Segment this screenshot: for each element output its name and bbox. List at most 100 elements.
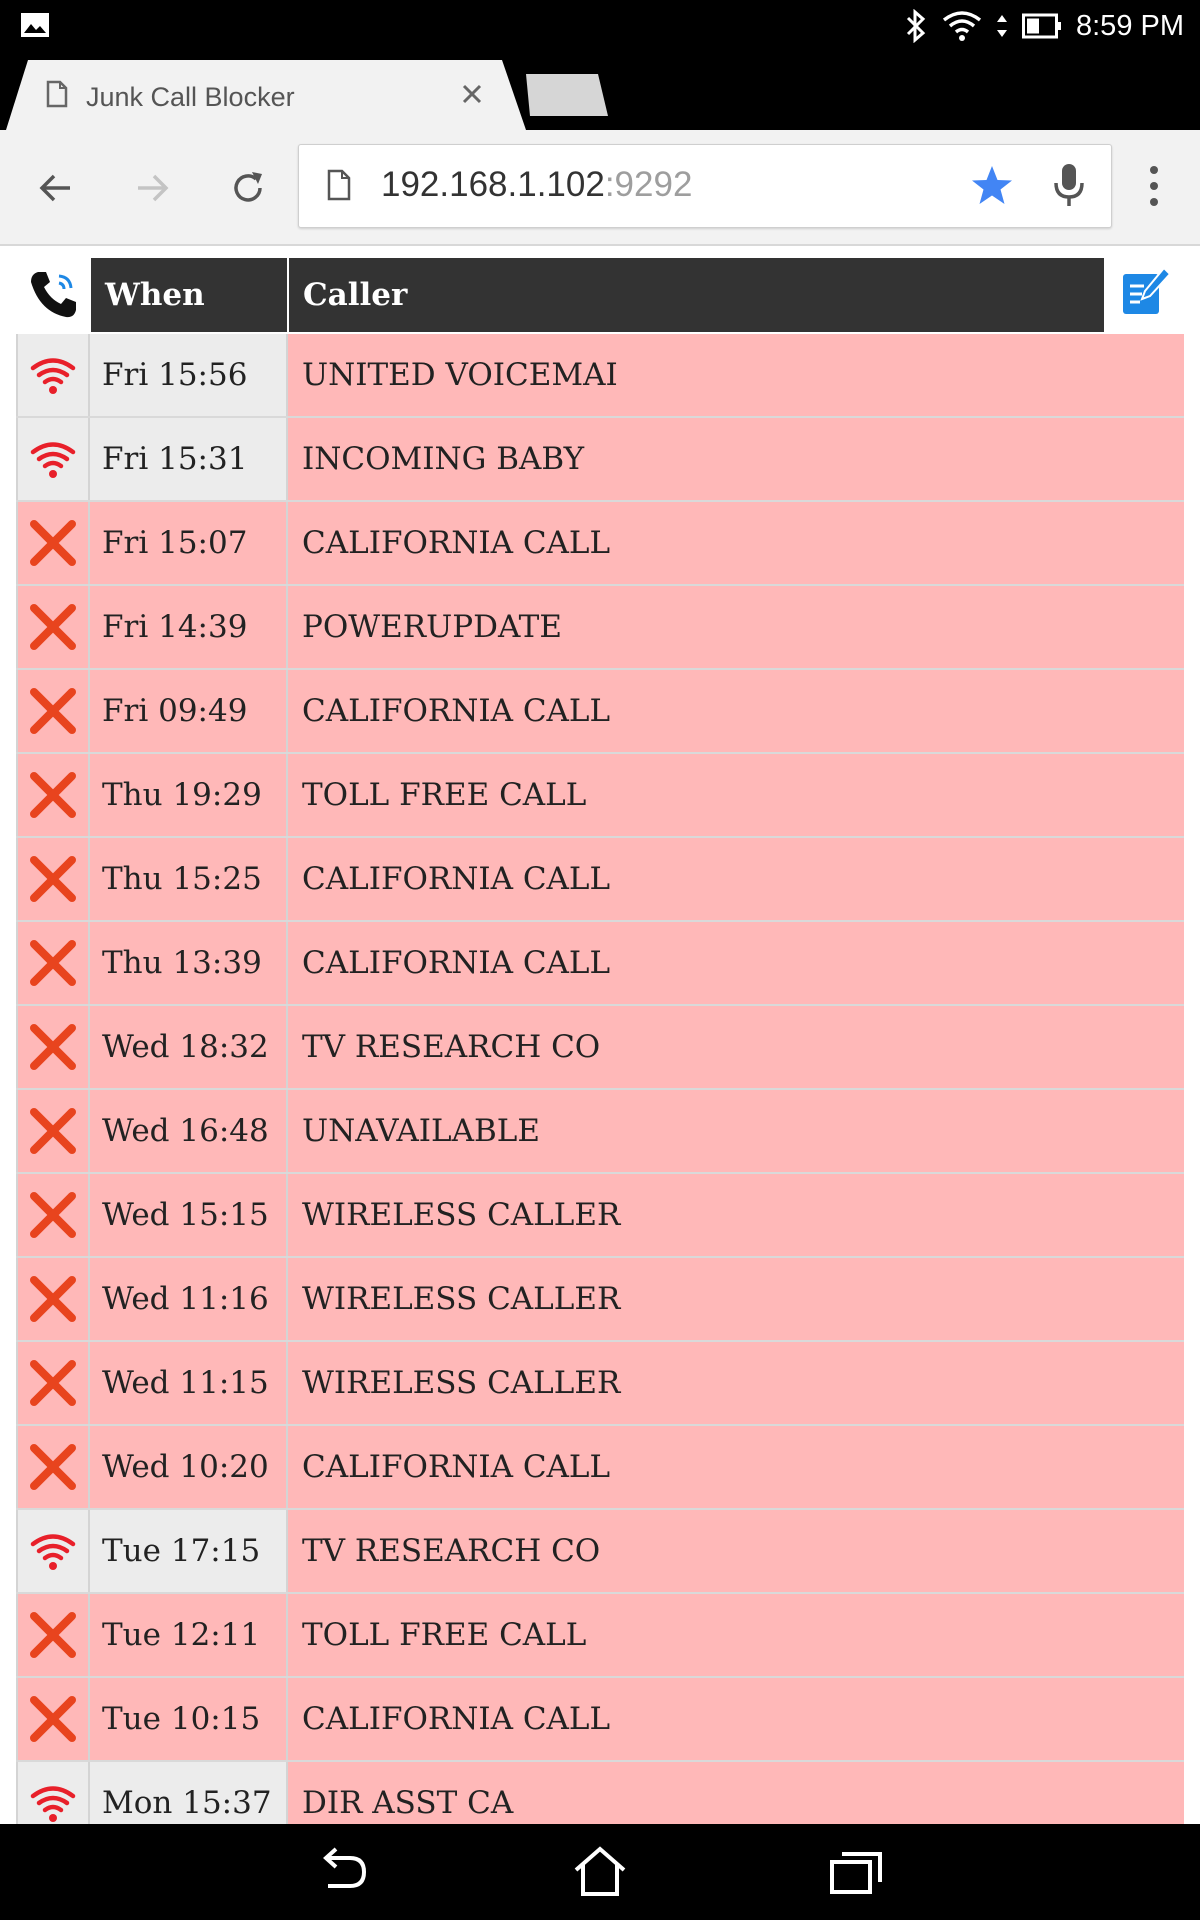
table-row[interactable]: Wed 16:48 UNAVAILABLE [16, 1090, 1184, 1174]
row-caller: CALIFORNIA CALL [288, 838, 1184, 920]
row-caller: CALIFORNIA CALL [288, 1678, 1184, 1760]
allowed-wifi-icon [30, 358, 76, 394]
row-when: Wed 18:32 [90, 1006, 288, 1088]
bluetooth-icon [906, 9, 926, 43]
url-text: 192.168.1.102:9292 [381, 165, 692, 205]
blocked-x-icon [30, 772, 76, 818]
row-when: Wed 16:48 [90, 1090, 288, 1172]
row-status-cell [16, 502, 90, 584]
reload-icon [234, 172, 262, 202]
row-caller: CALIFORNIA CALL [288, 502, 1184, 584]
row-status-cell [16, 334, 90, 416]
table-row[interactable]: Thu 15:25 CALIFORNIA CALL [16, 838, 1184, 922]
row-caller: POWERUPDATE [288, 586, 1184, 668]
back-nav-icon[interactable] [314, 1844, 374, 1900]
row-when: Tue 17:15 [90, 1510, 288, 1592]
blocked-x-icon [30, 856, 76, 902]
row-caller: CALIFORNIA CALL [288, 922, 1184, 1004]
tab-strip: Junk Call Blocker [0, 52, 1200, 130]
blocked-x-icon [30, 604, 76, 650]
blocked-x-icon [30, 1024, 76, 1070]
table-row[interactable]: Fri 15:56 UNITED VOICEMAI [16, 334, 1184, 418]
back-button[interactable] [28, 160, 84, 216]
table-row[interactable]: Tue 17:15 TV RESEARCH CO [16, 1510, 1184, 1594]
row-when: Wed 10:20 [90, 1426, 288, 1508]
row-when: Mon 15:37 [90, 1762, 288, 1824]
row-status-cell [16, 1342, 90, 1424]
row-caller: TV RESEARCH CO [288, 1510, 1184, 1592]
row-caller: INCOMING BABY [288, 418, 1184, 500]
row-status-cell [16, 1006, 90, 1088]
system-navigation-bar [0, 1824, 1200, 1920]
recent-apps-nav-icon[interactable] [826, 1844, 886, 1900]
row-when: Fri 14:39 [90, 586, 288, 668]
reload-button[interactable] [220, 160, 276, 216]
table-row[interactable]: Fri 14:39 POWERUPDATE [16, 586, 1184, 670]
row-status-cell [16, 1762, 90, 1824]
table-row[interactable]: Tue 10:15 CALIFORNIA CALL [16, 1678, 1184, 1762]
status-time: 8:59 PM [1076, 9, 1184, 42]
table-row[interactable]: Wed 10:20 CALIFORNIA CALL [16, 1426, 1184, 1510]
blocked-x-icon [30, 1276, 76, 1322]
table-row[interactable]: Tue 12:11 TOLL FREE CALL [16, 1594, 1184, 1678]
row-when: Thu 13:39 [90, 922, 288, 1004]
row-caller: TOLL FREE CALL [288, 754, 1184, 836]
table-row[interactable]: Mon 15:37 DIR ASST CA [16, 1762, 1184, 1824]
blocked-x-icon [30, 1696, 76, 1742]
column-header-caller[interactable]: Caller [289, 258, 1104, 332]
phone-call-icon [31, 272, 76, 318]
blocked-x-icon [30, 1444, 76, 1490]
row-when: Fri 15:07 [90, 502, 288, 584]
row-caller: WIRELESS CALLER [288, 1342, 1184, 1424]
table-row[interactable]: Thu 13:39 CALIFORNIA CALL [16, 922, 1184, 1006]
edit-icon[interactable] [1120, 266, 1172, 318]
allowed-wifi-icon [30, 442, 76, 478]
column-header-when[interactable]: When [91, 258, 287, 332]
row-status-cell [16, 670, 90, 752]
table-row[interactable]: Fri 15:31 INCOMING BABY [16, 418, 1184, 502]
blocked-x-icon [30, 1108, 76, 1154]
row-caller: UNAVAILABLE [288, 1090, 1184, 1172]
wifi-icon [942, 11, 982, 41]
microphone-icon[interactable] [1051, 161, 1087, 209]
row-caller: DIR ASST CA [288, 1762, 1184, 1824]
home-nav-icon[interactable] [570, 1844, 630, 1900]
row-when: Fri 15:56 [90, 334, 288, 416]
close-tab-icon[interactable] [452, 74, 492, 114]
image-notification-icon [21, 13, 49, 37]
table-row[interactable]: Fri 15:07 CALIFORNIA CALL [16, 502, 1184, 586]
blocked-x-icon [30, 520, 76, 566]
forward-arrow-icon [138, 174, 169, 202]
url-port: :9292 [604, 165, 693, 204]
blocked-x-icon [30, 940, 76, 986]
row-when: Wed 11:16 [90, 1258, 288, 1340]
row-status-cell [16, 1258, 90, 1340]
row-caller: WIRELESS CALLER [288, 1258, 1184, 1340]
row-status-cell [16, 586, 90, 668]
active-tab[interactable]: Junk Call Blocker [6, 60, 526, 130]
overflow-menu-icon[interactable] [1134, 156, 1174, 216]
table-row[interactable]: Wed 11:16 WIRELESS CALLER [16, 1258, 1184, 1342]
table-row[interactable]: Wed 11:15 WIRELESS CALLER [16, 1342, 1184, 1426]
browser-toolbar: 192.168.1.102:9292 [0, 130, 1200, 246]
row-caller: TV RESEARCH CO [288, 1006, 1184, 1088]
row-status-cell [16, 1510, 90, 1592]
new-tab-button[interactable] [526, 74, 608, 116]
bookmark-star-icon[interactable] [969, 163, 1015, 209]
forward-button[interactable] [124, 160, 180, 216]
row-when: Thu 19:29 [90, 754, 288, 836]
table-row[interactable]: Wed 18:32 TV RESEARCH CO [16, 1006, 1184, 1090]
back-arrow-icon [39, 174, 70, 202]
blocked-x-icon [30, 1360, 76, 1406]
page-info-icon[interactable] [327, 169, 351, 201]
row-when: Tue 10:15 [90, 1678, 288, 1760]
table-row[interactable]: Wed 15:15 WIRELESS CALLER [16, 1174, 1184, 1258]
row-status-cell [16, 754, 90, 836]
row-when: Wed 15:15 [90, 1174, 288, 1256]
address-bar[interactable]: 192.168.1.102:9292 [298, 144, 1112, 228]
row-when: Tue 12:11 [90, 1594, 288, 1676]
table-row[interactable]: Fri 09:49 CALIFORNIA CALL [16, 670, 1184, 754]
row-when: Thu 15:25 [90, 838, 288, 920]
blocked-x-icon [30, 1192, 76, 1238]
table-row[interactable]: Thu 19:29 TOLL FREE CALL [16, 754, 1184, 838]
